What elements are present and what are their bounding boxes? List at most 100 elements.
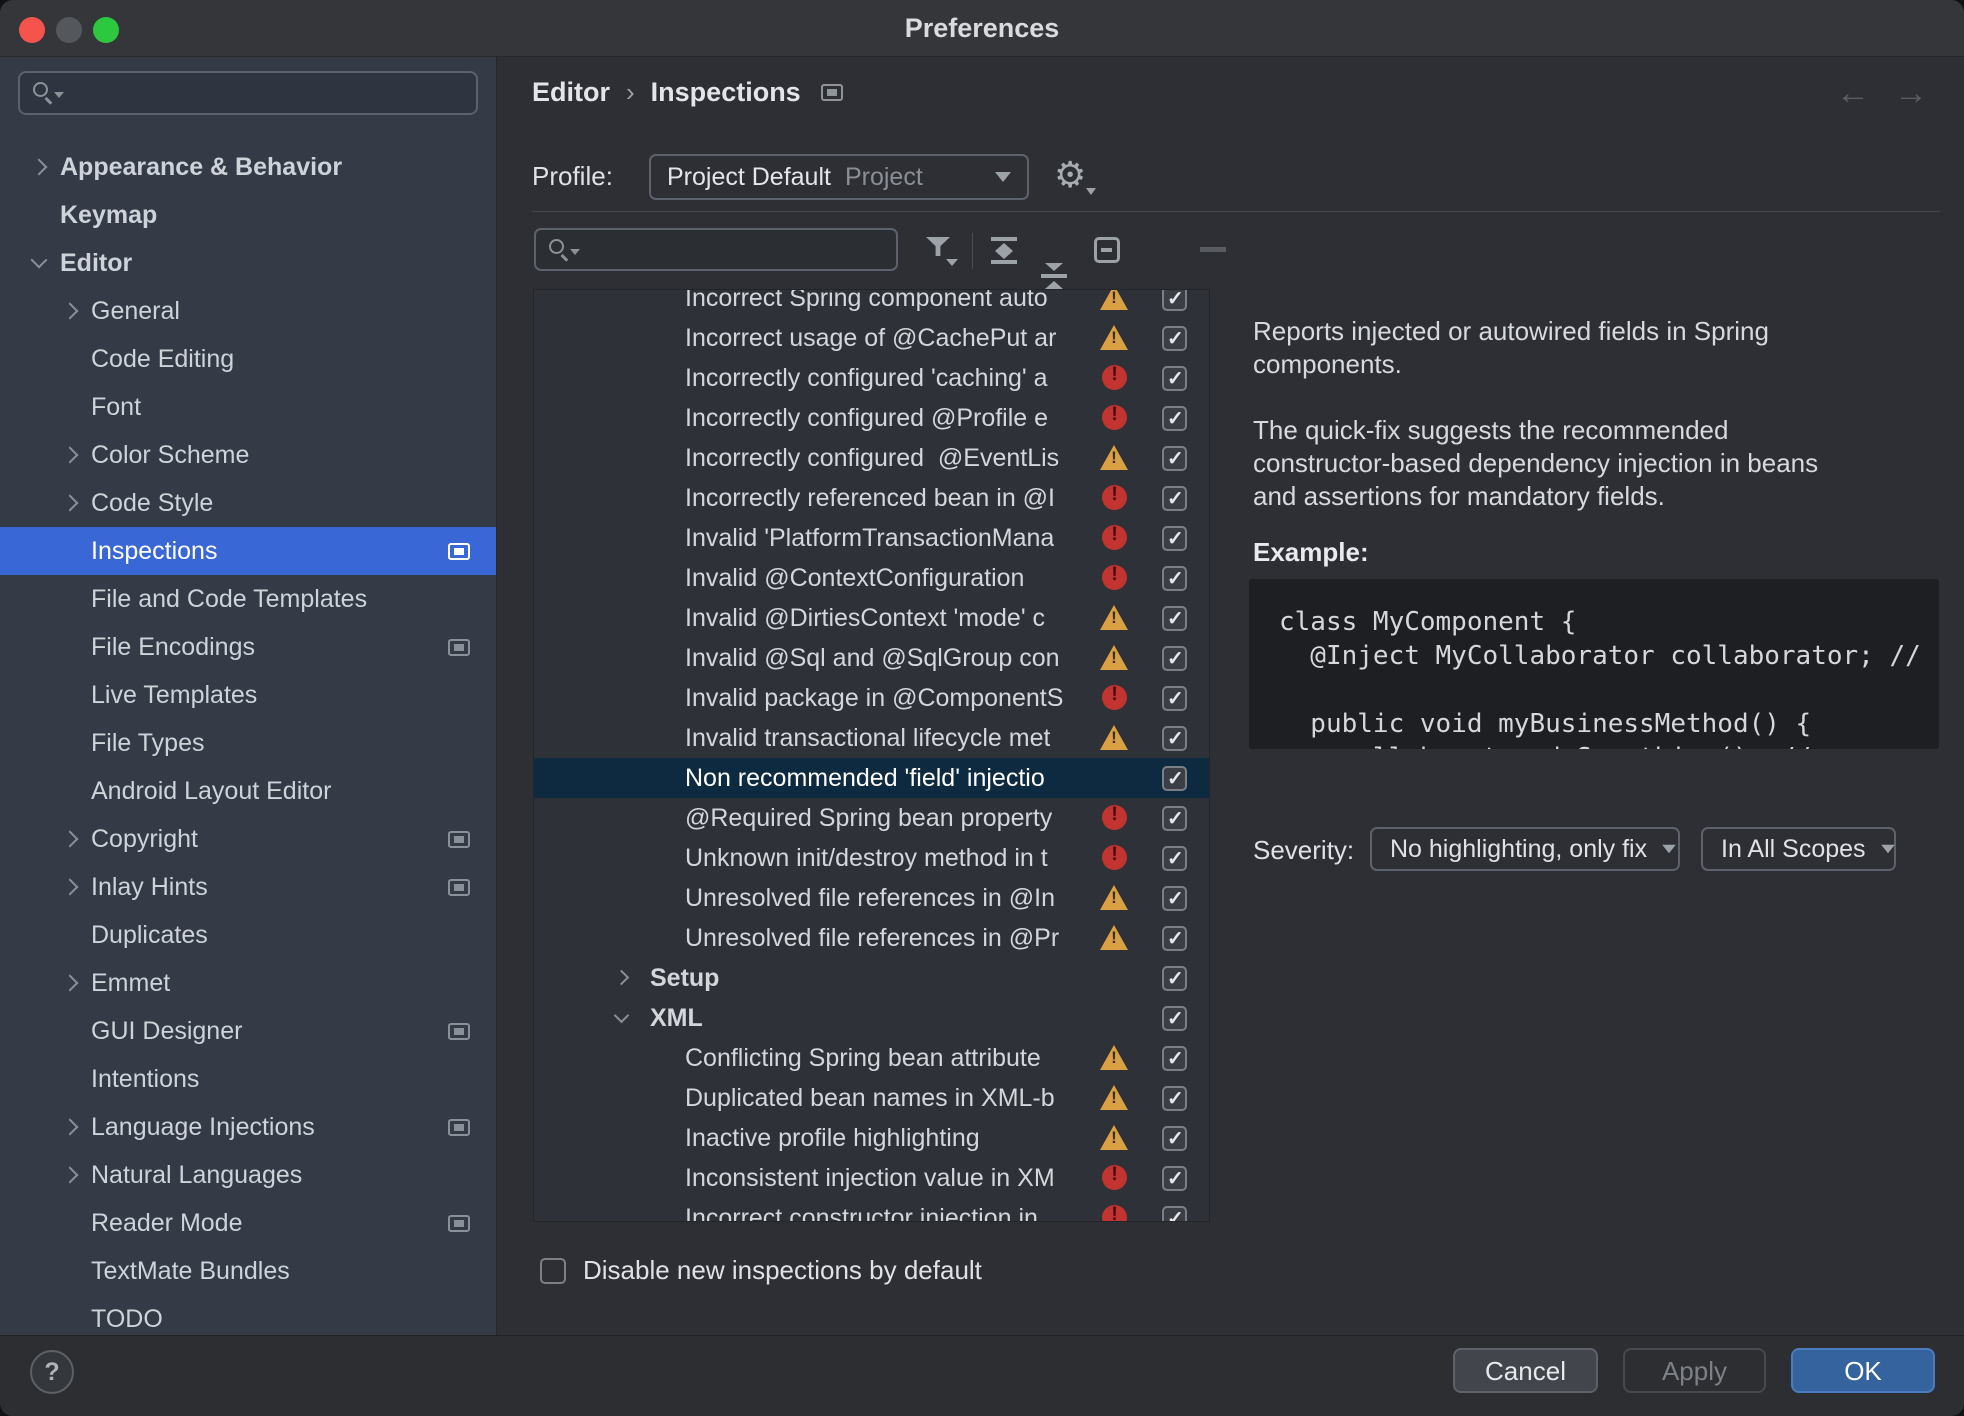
inspection-checkbox[interactable]: [1162, 1126, 1187, 1151]
inspection-checkbox[interactable]: [1162, 446, 1187, 471]
sidebar-item-intentions[interactable]: Intentions: [0, 1055, 496, 1103]
inspection-checkbox[interactable]: [1162, 686, 1187, 711]
sidebar-item-color-scheme[interactable]: Color Scheme: [0, 431, 496, 479]
chevron-right-icon[interactable]: [53, 493, 87, 513]
inspection-row-incorrectly-configured-eventlis[interactable]: Incorrectly configured @EventLis: [534, 438, 1209, 478]
chevron-right-icon[interactable]: [53, 1117, 87, 1137]
sidebar-item-inspections[interactable]: Inspections: [0, 527, 496, 575]
sidebar-item-natural-languages[interactable]: Natural Languages: [0, 1151, 496, 1199]
inspections-search-input[interactable]: [534, 228, 898, 271]
chevron-down-icon[interactable]: [22, 253, 56, 273]
sidebar-item-android-layout-editor[interactable]: Android Layout Editor: [0, 767, 496, 815]
chevron-right-icon[interactable]: [608, 968, 638, 988]
inspection-checkbox[interactable]: [1162, 646, 1187, 671]
inspection-checkbox[interactable]: [1162, 1166, 1187, 1191]
inspection-checkbox[interactable]: [1162, 846, 1187, 871]
sidebar-item-todo[interactable]: TODO: [0, 1295, 496, 1335]
chevron-right-icon[interactable]: [53, 973, 87, 993]
sidebar-item-file-and-code-templates[interactable]: File and Code Templates: [0, 575, 496, 623]
sidebar-item-duplicates[interactable]: Duplicates: [0, 911, 496, 959]
sidebar-item-file-encodings[interactable]: File Encodings: [0, 623, 496, 671]
sidebar-item-copyright[interactable]: Copyright: [0, 815, 496, 863]
sidebar-item-inlay-hints[interactable]: Inlay Hints: [0, 863, 496, 911]
profile-dropdown[interactable]: Project Default Project: [649, 154, 1029, 200]
ok-button[interactable]: OK: [1791, 1348, 1935, 1393]
zoom-button[interactable]: [93, 17, 119, 43]
inspection-checkbox[interactable]: [1162, 486, 1187, 511]
inspection-row-incorrect-spring-component-auto[interactable]: Incorrect Spring component auto: [534, 289, 1209, 318]
inspection-row-incorrectly-configured-caching-a[interactable]: Incorrectly configured 'caching' a: [534, 358, 1209, 398]
cancel-button[interactable]: Cancel: [1453, 1348, 1598, 1393]
inspection-row-invalid-package-in-components[interactable]: Invalid package in @ComponentS: [534, 678, 1209, 718]
sidebar-item-language-injections[interactable]: Language Injections: [0, 1103, 496, 1151]
chevron-right-icon[interactable]: [53, 301, 87, 321]
inspection-checkbox[interactable]: [1162, 526, 1187, 551]
inspection-row-incorrectly-referenced-bean-in-i[interactable]: Incorrectly referenced bean in @I: [534, 478, 1209, 518]
scope-dropdown[interactable]: In All Scopes: [1701, 827, 1896, 871]
filter-icon[interactable]: [926, 237, 950, 256]
sidebar-item-textmate-bundles[interactable]: TextMate Bundles: [0, 1247, 496, 1295]
minimize-button[interactable]: [56, 17, 82, 43]
sidebar-item-reader-mode[interactable]: Reader Mode: [0, 1199, 496, 1247]
inspection-row-inconsistent-injection-value-in-xm[interactable]: Inconsistent injection value in XM: [534, 1158, 1209, 1198]
inspection-checkbox[interactable]: [1162, 966, 1187, 991]
sidebar-item-general[interactable]: General: [0, 287, 496, 335]
inspection-row-xml[interactable]: XML: [534, 998, 1209, 1038]
inspection-checkbox[interactable]: [1162, 1046, 1187, 1071]
inspection-row-invalid-dirtiescontext-mode-c[interactable]: Invalid @DirtiesContext 'mode' c: [534, 598, 1209, 638]
help-button[interactable]: ?: [30, 1350, 74, 1394]
inspection-checkbox[interactable]: [1162, 326, 1187, 351]
collapse-all-icon[interactable]: [1040, 263, 1068, 289]
chevron-right-icon[interactable]: [22, 157, 56, 177]
inspection-row-invalid-sql-and-sqlgroup-con[interactable]: Invalid @Sql and @SqlGroup con: [534, 638, 1209, 678]
inspection-checkbox[interactable]: [1162, 366, 1187, 391]
gear-icon[interactable]: ⚙: [1054, 153, 1086, 197]
sidebar-item-code-style[interactable]: Code Style: [0, 479, 496, 527]
inspection-checkbox[interactable]: [1162, 1006, 1187, 1031]
inspection-checkbox[interactable]: [1162, 606, 1187, 631]
disable-new-inspections-checkbox[interactable]: [540, 1258, 566, 1284]
box-minus-icon[interactable]: [1094, 237, 1120, 263]
inspection-row-invalid-contextconfiguration[interactable]: Invalid @ContextConfiguration: [534, 558, 1209, 598]
filter-caret-icon[interactable]: [946, 259, 958, 266]
inspection-row-incorrect-constructor-injection-in[interactable]: Incorrect constructor injection in: [534, 1198, 1209, 1222]
inspection-row-inactive-profile-highlighting[interactable]: Inactive profile highlighting: [534, 1118, 1209, 1158]
inspection-checkbox[interactable]: [1162, 806, 1187, 831]
inspection-row-unresolved-file-references-in-pr[interactable]: Unresolved file references in @Pr: [534, 918, 1209, 958]
inspection-row-non-recommended-field-injectio[interactable]: Non recommended 'field' injectio: [534, 758, 1209, 798]
severity-dropdown[interactable]: No highlighting, only fix: [1370, 827, 1680, 871]
inspection-checkbox[interactable]: [1162, 726, 1187, 751]
sidebar-item-keymap[interactable]: Keymap: [0, 191, 496, 239]
search-options-caret-icon[interactable]: [570, 249, 580, 255]
inspection-checkbox[interactable]: [1162, 926, 1187, 951]
forward-arrow-icon[interactable]: →: [1894, 73, 1928, 113]
inspection-checkbox[interactable]: [1162, 766, 1187, 791]
sidebar-item-gui-designer[interactable]: GUI Designer: [0, 1007, 496, 1055]
inspection-checkbox[interactable]: [1162, 289, 1187, 311]
sidebar-item-emmet[interactable]: Emmet: [0, 959, 496, 1007]
inspection-row-invalid-platformtransactionmana[interactable]: Invalid 'PlatformTransactionMana: [534, 518, 1209, 558]
inspection-row-unknown-init-destroy-method-in-t[interactable]: Unknown init/destroy method in t: [534, 838, 1209, 878]
inspection-row-duplicated-bean-names-in-xml-b[interactable]: Duplicated bean names in XML-b: [534, 1078, 1209, 1118]
sidebar-item-file-types[interactable]: File Types: [0, 719, 496, 767]
inspection-row-invalid-transactional-lifecycle-met[interactable]: Invalid transactional lifecycle met: [534, 718, 1209, 758]
inspection-row-conflicting-spring-bean-attribute[interactable]: Conflicting Spring bean attribute: [534, 1038, 1209, 1078]
inspection-checkbox[interactable]: [1162, 566, 1187, 591]
inspection-checkbox[interactable]: [1162, 1086, 1187, 1111]
expand-all-icon[interactable]: [990, 237, 1018, 263]
inspection-row-incorrectly-configured-profile-e[interactable]: Incorrectly configured @Profile e: [534, 398, 1209, 438]
chevron-right-icon[interactable]: [53, 877, 87, 897]
chevron-right-icon[interactable]: [53, 1165, 87, 1185]
search-options-caret-icon[interactable]: [54, 92, 64, 98]
apply-button[interactable]: Apply: [1623, 1348, 1766, 1393]
sidebar-item-live-templates[interactable]: Live Templates: [0, 671, 496, 719]
chevron-down-icon[interactable]: [608, 1008, 638, 1028]
inspection-checkbox[interactable]: [1162, 886, 1187, 911]
inspection-row-unresolved-file-references-in-in[interactable]: Unresolved file references in @In: [534, 878, 1209, 918]
sidebar-item-code-editing[interactable]: Code Editing: [0, 335, 496, 383]
remove-icon[interactable]: [1200, 247, 1226, 252]
sidebar-item-editor[interactable]: Editor: [0, 239, 496, 287]
chevron-right-icon[interactable]: [53, 829, 87, 849]
sidebar-item-appearance-behavior[interactable]: Appearance & Behavior: [0, 143, 496, 191]
breadcrumb-section[interactable]: Editor: [532, 77, 610, 108]
